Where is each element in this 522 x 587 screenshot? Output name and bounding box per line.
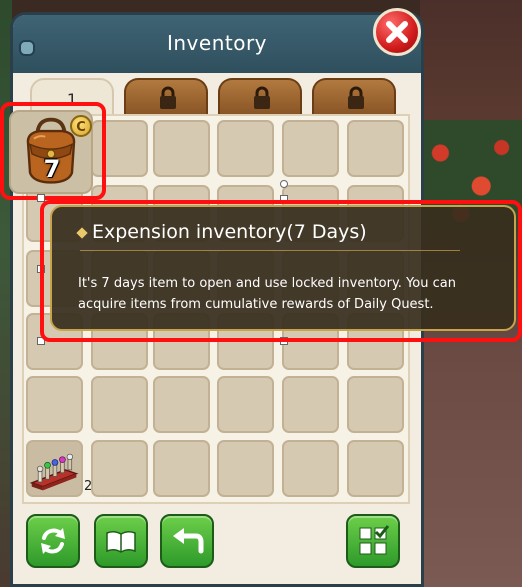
inventory-slot[interactable] — [217, 120, 274, 177]
inventory-slot[interactable] — [347, 440, 404, 497]
inventory-slot[interactable] — [153, 376, 210, 433]
inventory-slot[interactable] — [91, 440, 148, 497]
inventory-footer — [22, 506, 410, 574]
inventory-slot[interactable] — [282, 120, 339, 177]
inventory-slot[interactable] — [153, 120, 210, 177]
potion-rack-icon — [29, 453, 79, 491]
inventory-slot[interactable] — [26, 376, 83, 433]
multi-select-button[interactable] — [346, 514, 400, 568]
inventory-slot[interactable] — [282, 376, 339, 433]
codex-book-button[interactable] — [94, 514, 148, 568]
inventory-slot[interactable] — [217, 440, 274, 497]
close-button[interactable] — [373, 8, 421, 56]
inventory-slot[interactable] — [91, 376, 148, 433]
bag-highlight-box — [0, 102, 106, 200]
sort-refresh-button[interactable] — [26, 514, 80, 568]
undo-arrow-icon — [173, 528, 204, 554]
inventory-slot[interactable] — [347, 120, 404, 177]
padlock-icon — [254, 86, 270, 109]
inventory-slot[interactable] — [282, 440, 339, 497]
grid-checkmark-icon — [359, 525, 390, 555]
inventory-slot-potion-rack[interactable] — [26, 440, 83, 497]
inventory-slot[interactable] — [153, 440, 210, 497]
padlock-icon — [348, 86, 364, 109]
book-icon — [106, 530, 136, 553]
inventory-slot[interactable] — [347, 376, 404, 433]
padlock-icon — [160, 86, 176, 109]
inventory-slot[interactable] — [217, 376, 274, 433]
tab-locked-4[interactable] — [312, 78, 396, 114]
anchor-handle — [280, 180, 288, 188]
tab-locked-2[interactable] — [124, 78, 208, 114]
window-title: Inventory — [166, 31, 268, 55]
title-bar: Inventory — [13, 15, 421, 73]
tab-locked-3[interactable] — [218, 78, 302, 114]
refresh-icon — [41, 528, 65, 554]
tooltip-highlight-box — [40, 200, 522, 342]
back-button[interactable] — [160, 514, 214, 568]
close-x-icon — [386, 21, 408, 43]
